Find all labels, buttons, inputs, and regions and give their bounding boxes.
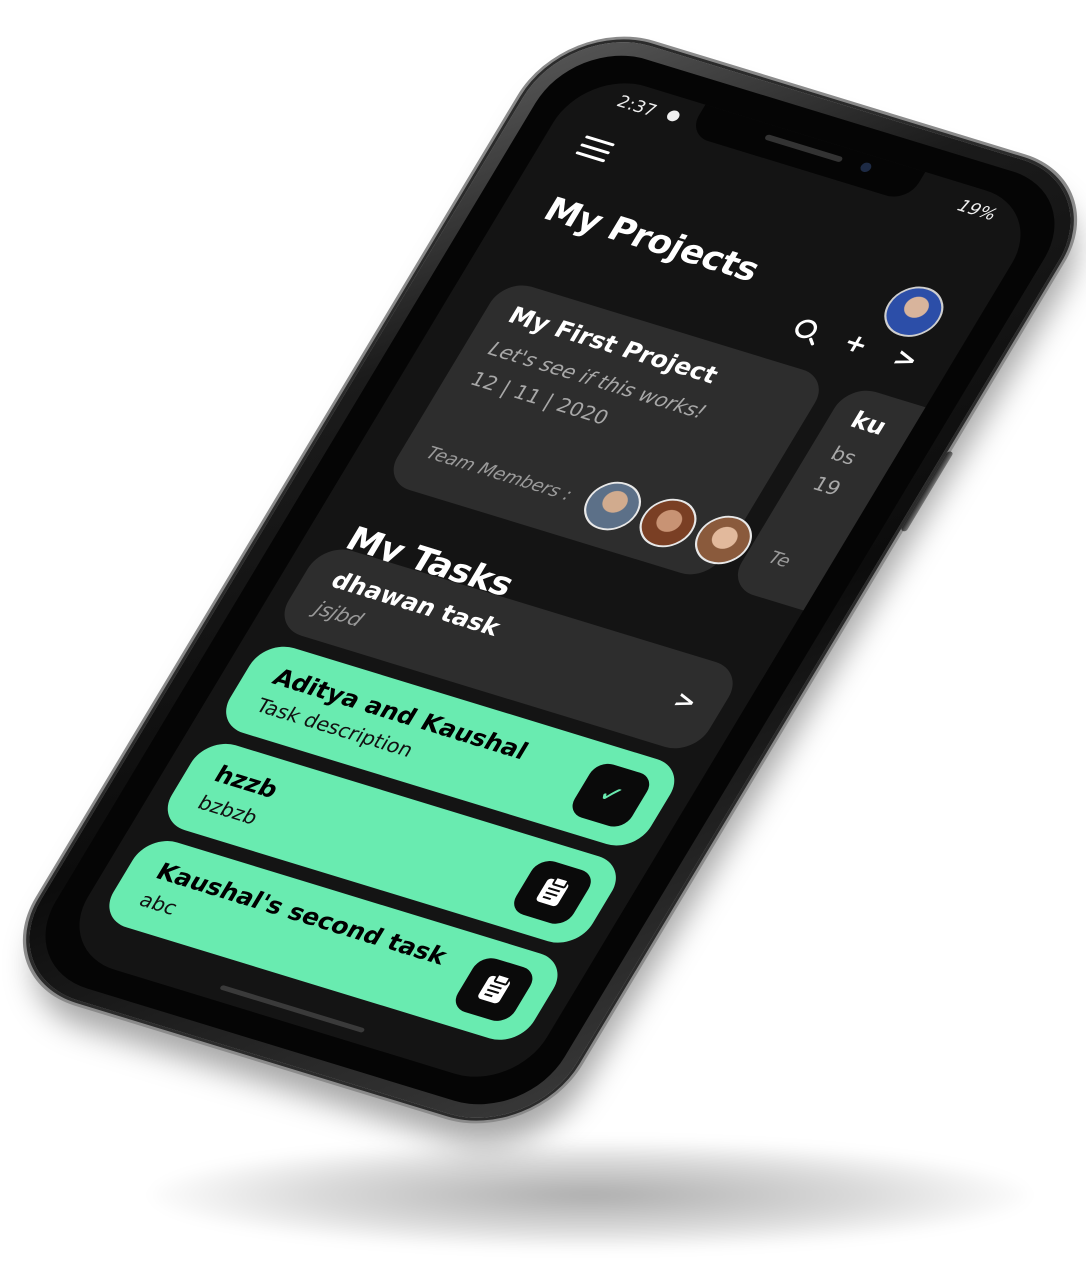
- battery-level: 19%: [953, 196, 1001, 226]
- check-icon[interactable]: ✓: [566, 759, 656, 831]
- front-camera: [858, 161, 874, 174]
- mockup-stage: 2:37 ● 19% My Projects + > My First Proj…: [0, 0, 1086, 1267]
- notification-icon: ●: [662, 105, 685, 125]
- clipboard-icon[interactable]: [449, 954, 539, 1025]
- team-members-label: Te: [764, 547, 795, 572]
- team-members-avatars: [573, 475, 763, 571]
- task-list: dhawan task jsjbd > Aditya and Kaushal T…: [90, 542, 745, 1059]
- phone-device: 2:37 ● 19% My Projects + > My First Proj…: [0, 21, 1086, 1139]
- search-button[interactable]: [786, 312, 827, 346]
- task-description: abc: [134, 887, 183, 920]
- project-description: bs: [826, 441, 862, 470]
- speaker-grille: [763, 133, 844, 163]
- phone-bezel: 2:37 ● 19% My Projects + > My First Proj…: [16, 37, 1084, 1123]
- floor-shadow: [150, 1140, 1030, 1250]
- add-project-button[interactable]: +: [835, 327, 876, 361]
- page-title: My Projects: [536, 190, 768, 290]
- user-avatar[interactable]: [873, 279, 955, 344]
- app-screen: 2:37 ● 19% My Projects + > My First Proj…: [55, 68, 1045, 1092]
- search-icon: [791, 317, 822, 341]
- clipboard-icon[interactable]: [507, 857, 598, 928]
- chevron-right-icon: >: [668, 685, 703, 717]
- next-project-button[interactable]: >: [885, 342, 926, 376]
- project-date: 19: [808, 471, 846, 501]
- hamburger-menu-icon[interactable]: [575, 135, 616, 163]
- phone-frame: 2:37 ● 19% My Projects + > My First Proj…: [0, 21, 1086, 1139]
- project-title: ku: [845, 406, 893, 441]
- team-members-label: Team Members :: [422, 442, 576, 506]
- task-description: jsjbd: [310, 596, 368, 632]
- status-time: 2:37: [612, 92, 661, 122]
